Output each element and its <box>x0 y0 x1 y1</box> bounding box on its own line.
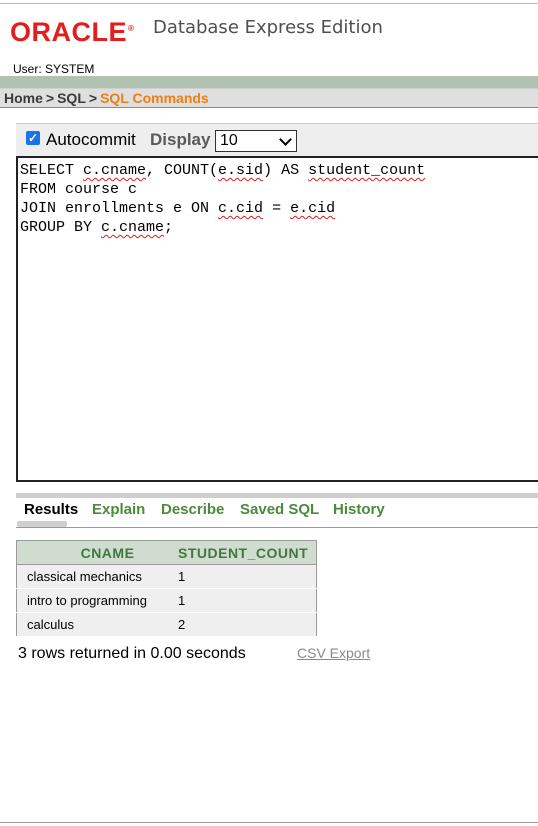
table-row: calculus 2 <box>16 612 317 637</box>
cell-student-count: 1 <box>170 564 317 589</box>
sql-toolbar: ✓ Autocommit Display 10 <box>16 123 538 157</box>
cell-cname: intro to programming <box>16 588 170 613</box>
autocommit-checkbox[interactable]: ✓ <box>26 131 40 145</box>
table-row: classical mechanics 1 <box>16 564 317 589</box>
display-rows-value: 10 <box>220 132 238 149</box>
results-table: CNAME STUDENT_COUNT classical mechanics … <box>16 540 318 637</box>
breadcrumb-home-link[interactable]: Home <box>4 90 43 106</box>
sql-line: SELECT c.cname, COUNT(e.sid) AS student_… <box>20 162 426 179</box>
autocommit-label: Autocommit <box>46 130 136 149</box>
product-name: Database Express Edition <box>153 17 383 38</box>
cell-student-count: 2 <box>170 612 317 637</box>
table-row: intro to programming 1 <box>16 588 317 613</box>
breadcrumb-separator: > <box>45 90 55 106</box>
current-user: User: SYSTEM <box>13 62 95 76</box>
bottom-rule <box>0 822 538 823</box>
breadcrumb-separator: > <box>88 90 98 106</box>
cell-cname: calculus <box>16 612 170 637</box>
cell-cname: classical mechanics <box>16 564 170 589</box>
sql-line: JOIN enrollments e ON c.cid = e.cid <box>20 200 336 217</box>
tab-explain[interactable]: Explain <box>92 501 145 518</box>
table-header-row: CNAME STUDENT_COUNT <box>16 540 317 565</box>
sql-editor[interactable]: SELECT c.cname, COUNT(e.sid) AS student_… <box>16 156 538 482</box>
oracle-logo: ORACLE® <box>10 17 135 47</box>
tabs-bottom-rule <box>16 527 538 528</box>
rows-returned-summary: 3 rows returned in 0.00 seconds <box>18 645 246 662</box>
tab-saved-sql[interactable]: Saved SQL <box>240 501 319 518</box>
breadcrumb-sql-link[interactable]: SQL <box>57 90 86 106</box>
display-label: Display <box>150 130 211 149</box>
header-band <box>0 76 538 88</box>
chevron-down-icon <box>279 133 292 146</box>
app-header: ORACLE® Database Express Edition User: S… <box>0 4 538 76</box>
csv-export-link[interactable]: CSV Export <box>297 645 370 661</box>
sql-line: FROM course c <box>20 181 138 198</box>
display-rows-select[interactable]: 10 <box>215 130 297 152</box>
column-header-cname: CNAME <box>16 540 170 565</box>
cell-student-count: 1 <box>170 588 317 613</box>
sql-line: GROUP BY c.cname; <box>20 219 174 236</box>
tab-history[interactable]: History <box>333 501 385 518</box>
results-tabs: Results Explain Describe Saved SQL Histo… <box>16 498 538 526</box>
tab-describe[interactable]: Describe <box>161 501 224 518</box>
tab-results[interactable]: Results <box>24 501 78 518</box>
column-header-student-count: STUDENT_COUNT <box>170 540 317 565</box>
breadcrumb: Home > SQL > SQL Commands <box>0 88 538 108</box>
breadcrumb-current: SQL Commands <box>100 90 209 106</box>
